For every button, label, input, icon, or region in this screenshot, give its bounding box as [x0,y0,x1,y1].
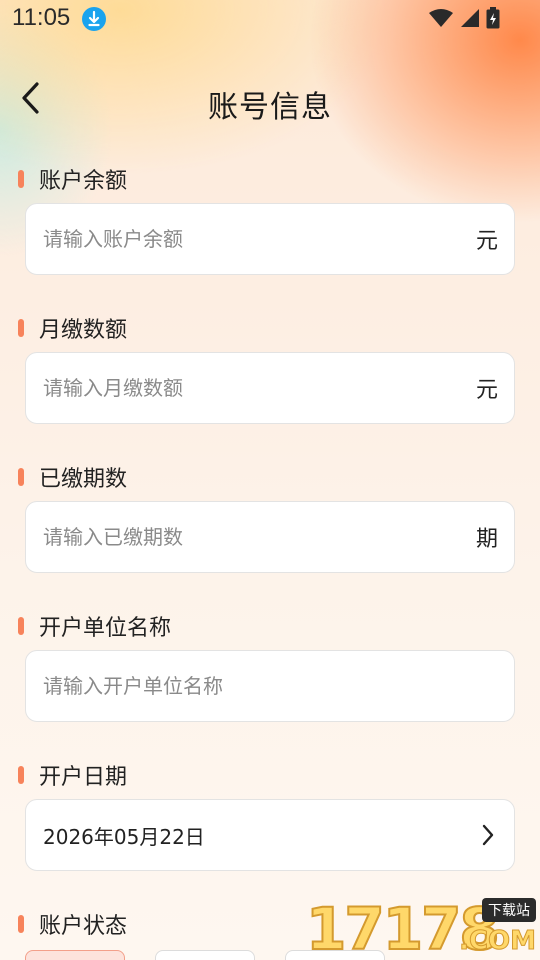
monthly-payment-field: 元 [25,352,515,424]
wifi-icon [428,8,454,32]
unit-label: 期 [475,527,498,552]
label-monthly-payment: 月缴数额 [39,318,128,343]
label-open-date: 开户日期 [39,765,128,790]
watermark-tag: 下载站 [482,898,536,922]
label-accent-bar [18,468,24,486]
chevron-right-icon [478,823,498,847]
section-label: 已缴期数 [18,463,128,492]
unit-label: 元 [475,378,498,403]
battery-icon [486,7,500,33]
unit-label: 元 [475,229,498,254]
account-balance-input[interactable] [43,227,476,251]
nav-bar: 账号信息 [0,70,540,130]
signal-icon [460,8,480,32]
status-bar: 11:05 [0,0,540,36]
section-label: 账户余额 [18,165,128,194]
system-icons [428,7,500,33]
label-account-balance: 账户余额 [39,169,128,194]
section-label: 开户日期 [18,761,128,790]
open-date-picker[interactable]: 2026年05月22日 [25,799,515,871]
section-label: 月缴数额 [18,314,128,343]
paid-periods-input[interactable] [43,525,476,549]
label-accent-bar [18,766,24,784]
label-paid-periods: 已缴期数 [39,467,128,492]
label-accent-bar [18,617,24,635]
section-label: 账户状态 [18,910,128,939]
paid-periods-field: 期 [25,501,515,573]
label-accent-bar [18,319,24,337]
status-option-1[interactable] [25,950,125,960]
download-icon [82,7,106,31]
status-time: 11:05 [12,4,71,31]
label-company-name: 开户单位名称 [39,616,172,641]
company-name-input[interactable] [43,674,498,698]
open-date-value: 2026年05月22日 [43,824,205,849]
watermark-suffix: .COM [459,926,537,957]
label-accent-bar [18,170,24,188]
status-option-2[interactable] [155,950,255,960]
monthly-payment-input[interactable] [43,376,476,400]
page-title: 账号信息 [208,90,332,125]
label-accent-bar [18,915,24,933]
account-balance-field: 元 [25,203,515,275]
company-name-field [25,650,515,722]
label-account-status: 账户状态 [39,914,128,939]
watermark-logo: 17178 下载站 .COM [305,898,537,959]
section-label: 开户单位名称 [18,612,172,641]
